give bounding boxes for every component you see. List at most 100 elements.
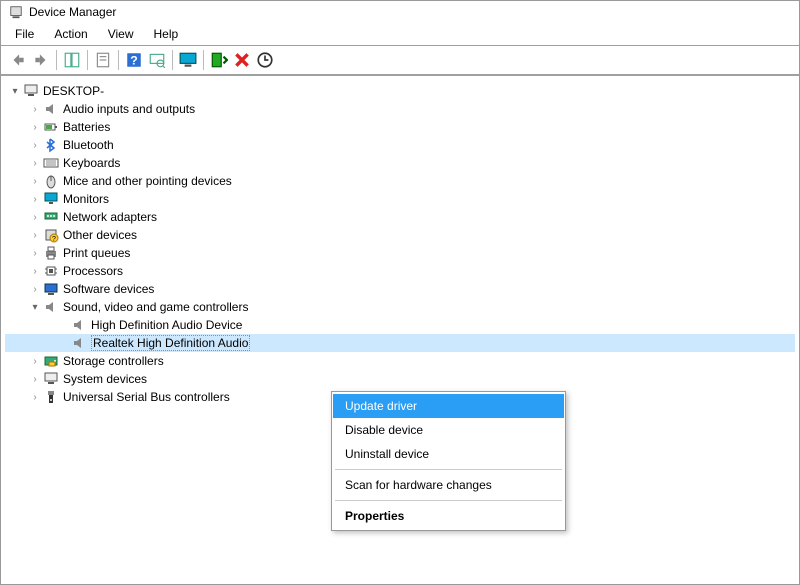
chevron-right-icon[interactable]: ›: [29, 283, 41, 295]
tree-item-label: Universal Serial Bus controllers: [63, 390, 230, 404]
window-title: Device Manager: [29, 5, 116, 19]
tree-device[interactable]: Realtek High Definition Audio: [5, 334, 795, 352]
toolbar-separator: [172, 50, 173, 70]
keyboard-icon: [43, 155, 59, 171]
show-hide-icon[interactable]: [63, 51, 81, 69]
uninstall-icon[interactable]: [233, 51, 251, 69]
tree-category[interactable]: › Mice and other pointing devices: [5, 172, 795, 190]
tree-item-label: Storage controllers: [63, 354, 164, 368]
monitor-icon: [43, 191, 59, 207]
chevron-right-icon[interactable]: ›: [29, 193, 41, 205]
device-tree: ▾ DESKTOP- › Audio inputs and outputs › Bat…: [1, 75, 799, 568]
speaker-icon: [71, 335, 87, 351]
tree-category[interactable]: › Software devices: [5, 280, 795, 298]
software-icon: [43, 281, 59, 297]
back-icon[interactable]: [9, 51, 27, 69]
title-bar: Device Manager: [1, 1, 799, 23]
toolbar-separator: [203, 50, 204, 70]
mouse-icon: [43, 173, 59, 189]
tree-category[interactable]: ›Monitors: [5, 190, 795, 208]
monitor-action-icon[interactable]: [179, 51, 197, 69]
forward-icon[interactable]: [32, 51, 50, 69]
speaker-icon: [43, 299, 59, 315]
chevron-right-icon[interactable]: ›: [29, 373, 41, 385]
chevron-right-icon[interactable]: ›: [29, 175, 41, 187]
chevron-right-icon[interactable]: ›: [29, 121, 41, 133]
tree-item-label: Batteries: [63, 120, 110, 134]
update-icon[interactable]: [256, 51, 274, 69]
tree-item-label: Keyboards: [63, 156, 120, 170]
menu-view[interactable]: View: [100, 25, 142, 43]
chevron-right-icon[interactable]: ›: [29, 211, 41, 223]
properties-icon[interactable]: [94, 51, 112, 69]
storage-icon: [43, 353, 59, 369]
context-menu-item-properties[interactable]: Properties: [333, 504, 564, 528]
tree-category[interactable]: › Storage controllers: [5, 352, 795, 370]
help-icon[interactable]: ?: [125, 51, 143, 69]
chevron-right-icon[interactable]: ›: [29, 103, 41, 115]
chevron-right-icon[interactable]: ›: [29, 139, 41, 151]
context-menu-separator: [335, 469, 562, 470]
context-menu-item-update[interactable]: Update driver: [333, 394, 564, 418]
tree-category[interactable]: › Batteries: [5, 118, 795, 136]
tree-category[interactable]: ›Bluetooth: [5, 136, 795, 154]
context-menu-item-scan[interactable]: Scan for hardware changes: [333, 473, 564, 497]
tree-item-label: Other devices: [63, 228, 137, 242]
tree-category[interactable]: › Processors: [5, 262, 795, 280]
printer-icon: [43, 245, 59, 261]
tree-item-label: Network adapters: [63, 210, 157, 224]
tree-category[interactable]: › Keyboards: [5, 154, 795, 172]
toolbar-separator: [118, 50, 119, 70]
tree-category[interactable]: › Audio inputs and outputs: [5, 100, 795, 118]
chevron-right-icon[interactable]: ›: [29, 391, 41, 403]
toolbar-separator: [56, 50, 57, 70]
chevron-right-icon[interactable]: ›: [29, 265, 41, 277]
other-icon: ?: [43, 227, 59, 243]
tree-item-label: Audio inputs and outputs: [63, 102, 195, 116]
tree-root-label: DESKTOP-: [43, 84, 104, 98]
tree-category-sound[interactable]: ▾ Sound, video and game controllers: [5, 298, 795, 316]
app-icon: [9, 5, 23, 19]
chevron-right-icon[interactable]: ›: [29, 355, 41, 367]
tree-item-label: Processors: [63, 264, 123, 278]
chevron-right-icon[interactable]: ›: [29, 157, 41, 169]
menu-help[interactable]: Help: [146, 25, 187, 43]
chevron-right-icon[interactable]: ›: [29, 229, 41, 241]
tree-device[interactable]: High Definition Audio Device: [5, 316, 795, 334]
context-menu-separator: [335, 500, 562, 501]
spacer: [57, 319, 69, 331]
menu-action[interactable]: Action: [46, 25, 95, 43]
toolbar-separator: [87, 50, 88, 70]
computer-icon: [23, 83, 39, 99]
bluetooth-icon: [43, 137, 59, 153]
speaker-icon: [43, 101, 59, 117]
menu-bar: File Action View Help: [1, 23, 799, 45]
tree-category[interactable]: › Print queues: [5, 244, 795, 262]
scan-icon[interactable]: [148, 51, 166, 69]
chevron-down-icon[interactable]: ▾: [9, 85, 21, 97]
tree-item-label: System devices: [63, 372, 147, 386]
context-menu-item-uninstall[interactable]: Uninstall device: [333, 442, 564, 466]
svg-text:?: ?: [52, 236, 56, 243]
speaker-icon: [71, 317, 87, 333]
chevron-down-icon[interactable]: ▾: [29, 301, 41, 313]
tree-item-label: Realtek High Definition Audio: [91, 335, 250, 351]
network-icon: [43, 209, 59, 225]
svg-text:?: ?: [130, 54, 138, 68]
enable-icon[interactable]: [210, 51, 228, 69]
toolbar: ?: [1, 45, 799, 75]
tree-item-label: Sound, video and game controllers: [63, 300, 248, 314]
tree-category[interactable]: › System devices: [5, 370, 795, 388]
system-icon: [43, 371, 59, 387]
tree-category[interactable]: ›? Other devices: [5, 226, 795, 244]
tree-root[interactable]: ▾ DESKTOP-: [5, 82, 795, 100]
cpu-icon: [43, 263, 59, 279]
tree-item-label: Software devices: [63, 282, 154, 296]
context-menu-item-disable[interactable]: Disable device: [333, 418, 564, 442]
battery-icon: [43, 119, 59, 135]
tree-item-label: Mice and other pointing devices: [63, 174, 232, 188]
tree-category[interactable]: › Network adapters: [5, 208, 795, 226]
menu-file[interactable]: File: [7, 25, 42, 43]
tree-item-label: Print queues: [63, 246, 130, 260]
chevron-right-icon[interactable]: ›: [29, 247, 41, 259]
